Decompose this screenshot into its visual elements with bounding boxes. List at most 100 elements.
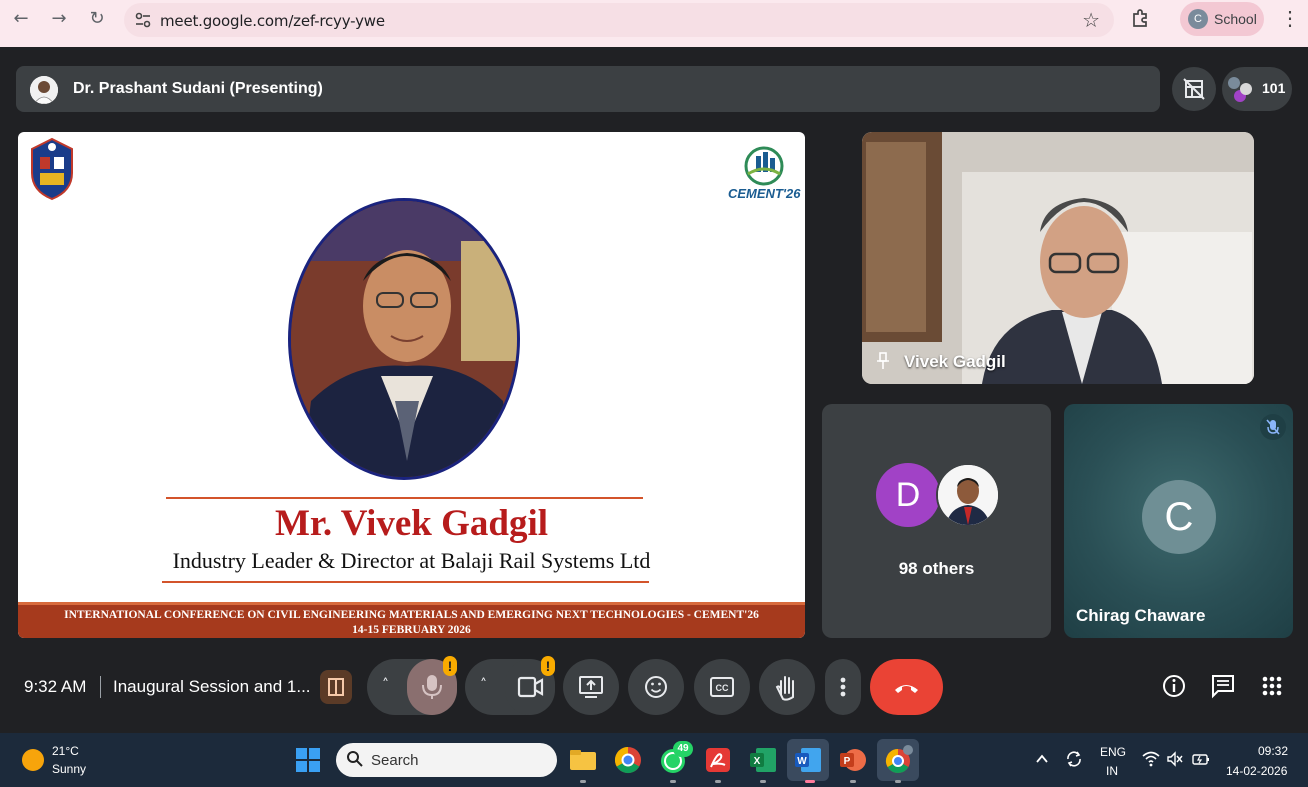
whatsapp-badge: 49 (673, 741, 693, 757)
address-bar[interactable]: meet.google.com/zef-rcyy-ywe ☆ (124, 3, 1114, 37)
time-divider (100, 676, 101, 698)
captions-button[interactable]: CC (694, 659, 750, 715)
meeting-details-icon[interactable] (1160, 672, 1188, 700)
weather-sun-icon[interactable] (22, 749, 44, 771)
slide-divider-bottom (162, 581, 649, 583)
speaker-name: Mr. Vivek Gadgil (274, 503, 549, 544)
conference-dates: 14-15 FEBRUARY 2026 (352, 624, 471, 636)
profile-avatar: C (1188, 9, 1208, 29)
chrome-profile-icon[interactable] (881, 743, 915, 777)
presentation-slide: CEMENT'26 Mr. Vivek Gadgil Industry Lead… (18, 132, 805, 638)
slide-divider-top (166, 497, 643, 499)
volume-muted-icon[interactable] (1166, 751, 1184, 767)
app-running-indicator (850, 780, 856, 783)
speaker-portrait (288, 198, 520, 480)
participant-name: Vivek Gadgil (904, 352, 1006, 371)
audio-options-chevron-icon[interactable]: ˄ (382, 677, 389, 693)
activities-grid-icon[interactable] (1258, 672, 1286, 700)
tray-overflow-chevron-icon[interactable] (1034, 751, 1050, 767)
search-placeholder: Search (371, 752, 419, 769)
conference-logo-text: CEMENT'26 (728, 186, 801, 201)
app-running-indicator (580, 780, 586, 783)
raise-hand-icon (775, 676, 794, 701)
search-icon (347, 751, 363, 767)
url-text[interactable]: meet.google.com/zef-rcyy-ywe (160, 12, 385, 30)
speaker-role: Industry Leader & Director at Balaji Rai… (172, 548, 651, 573)
browser-menu-icon[interactable]: ⋮ (1280, 6, 1300, 31)
chat-icon[interactable] (1209, 672, 1237, 700)
participant-tile-chirag-chaware[interactable]: C Chirag Chaware (1064, 404, 1293, 638)
university-logo (31, 137, 73, 201)
svg-text:W: W (797, 756, 807, 767)
clock-date[interactable]: 14-02-2026 (1226, 764, 1287, 778)
meeting-title: Inaugural Session and 1... (113, 677, 311, 696)
pin-icon[interactable] (876, 352, 892, 370)
participant-video (862, 132, 1254, 384)
layout-off-icon (1183, 78, 1205, 100)
file-explorer-icon[interactable] (566, 743, 600, 777)
participant-tile-vivek-gadgil[interactable]: Vivek Gadgil (862, 132, 1254, 384)
present-screen-button[interactable] (563, 659, 619, 715)
sync-icon[interactable] (1064, 749, 1084, 769)
presenter-avatar (30, 76, 58, 104)
more-options-button[interactable] (825, 659, 861, 715)
meeting-time: 9:32 AM (24, 677, 87, 696)
raise-hand-button[interactable] (759, 659, 815, 715)
mic-warning-badge: ! (443, 656, 457, 676)
companion-mode-icon[interactable] (320, 670, 352, 704)
acrobat-icon[interactable] (701, 743, 735, 777)
participants-avatars-icon (1228, 77, 1252, 102)
emoji-icon (645, 676, 667, 698)
captions-icon: CC (710, 677, 734, 697)
excel-icon[interactable]: X (746, 743, 780, 777)
svg-text:CC: CC (716, 683, 729, 693)
word-icon[interactable]: W (791, 743, 825, 777)
muted-mic-icon (1260, 414, 1286, 440)
battery-icon[interactable] (1192, 751, 1210, 767)
participant-avatar-c: C (1142, 480, 1216, 554)
leave-call-button[interactable] (870, 659, 943, 715)
windows-start-icon[interactable] (296, 748, 320, 772)
reload-icon[interactable]: ↻ (86, 8, 108, 30)
more-vertical-icon (840, 677, 846, 697)
app-running-indicator (895, 780, 901, 783)
browser-toolbar: ← → ↻ meet.google.com/zef-rcyy-ywe ☆ C S… (0, 0, 1308, 47)
participant-tile-others[interactable]: D 98 others (822, 404, 1051, 638)
forward-arrow-icon[interactable]: → (48, 8, 70, 30)
participant-count: 101 (1262, 80, 1286, 96)
reactions-button[interactable] (628, 659, 684, 715)
clock-time[interactable]: 09:32 (1258, 744, 1288, 758)
wifi-icon[interactable] (1142, 751, 1160, 767)
app-running-indicator (715, 780, 721, 783)
app-active-indicator (805, 780, 815, 783)
chrome-icon[interactable] (611, 743, 645, 777)
present-screen-icon (579, 676, 603, 698)
participant-avatar-photo (936, 463, 1000, 527)
profile-label: School (1214, 11, 1257, 27)
weather-temperature[interactable]: 21°C (52, 744, 79, 758)
others-count-label: 98 others (898, 559, 975, 578)
camera-warning-badge: ! (541, 656, 555, 676)
back-arrow-icon[interactable]: ← (10, 8, 32, 30)
video-options-chevron-icon[interactable]: ˄ (480, 677, 487, 693)
presenter-label: Dr. Prashant Sudani (Presenting) (73, 80, 323, 97)
windows-taskbar: 21°C Sunny Search 49 X W P ENG IN 09:32 … (0, 733, 1308, 787)
app-running-indicator (670, 780, 676, 783)
profile-button[interactable]: C School (1180, 2, 1264, 36)
hang-up-icon (895, 685, 918, 693)
site-settings-icon[interactable] (134, 11, 152, 29)
taskbar-search[interactable]: Search (336, 743, 557, 777)
presenter-bar: Dr. Prashant Sudani (Presenting) (16, 66, 1160, 112)
participant-name: Chirag Chaware (1076, 606, 1206, 625)
people-button[interactable]: 101 (1222, 67, 1292, 111)
conference-footer: INTERNATIONAL CONFERENCE ON CIVIL ENGINE… (18, 602, 805, 638)
powerpoint-icon[interactable]: P (836, 743, 870, 777)
language-indicator[interactable]: ENG (1100, 745, 1126, 759)
language-region[interactable]: IN (1106, 764, 1118, 778)
weather-condition[interactable]: Sunny (52, 762, 86, 776)
layout-toggle-button[interactable] (1172, 67, 1216, 111)
svg-text:P: P (844, 756, 851, 767)
bookmark-star-icon[interactable]: ☆ (1082, 8, 1100, 32)
extensions-puzzle-icon[interactable] (1130, 7, 1152, 29)
participant-avatar-d: D (876, 463, 940, 527)
